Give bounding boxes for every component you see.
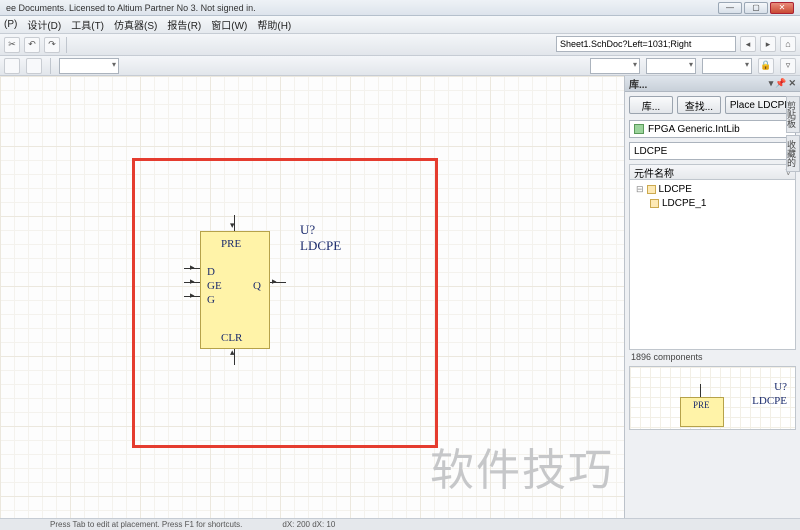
- pin-g-label: G: [207, 294, 215, 306]
- list-header[interactable]: 元件名称 ∇: [629, 164, 796, 180]
- menu-design[interactable]: 设计(D): [27, 17, 61, 32]
- panel-pin-icon[interactable]: 📌: [775, 78, 786, 89]
- schematic-canvas[interactable]: U? LDCPE PRE D GE G Q CLR ▾ ▴ ▸ ▸ ▸ ▸ 软件…: [0, 76, 624, 518]
- lock-icon[interactable]: 🔒: [758, 58, 774, 74]
- separator: [66, 37, 67, 53]
- pin-q-label: Q: [253, 280, 261, 292]
- filter-icon[interactable]: ▿: [780, 58, 796, 74]
- nav-back-icon[interactable]: ◂: [740, 36, 756, 52]
- minimize-button[interactable]: —: [718, 2, 742, 14]
- component-preview: PRE U? LDCPE: [629, 366, 796, 430]
- component-list[interactable]: ⊟ LDCPE LDCPE_1: [629, 180, 796, 350]
- tool-a[interactable]: [4, 58, 20, 74]
- item-label: LDCPE: [659, 184, 692, 195]
- preview-pin-pre: PRE: [693, 400, 710, 410]
- menu-p[interactable]: (P): [4, 19, 17, 30]
- redo-icon[interactable]: ↷: [44, 37, 60, 53]
- panel-dropdown-icon[interactable]: ▾: [769, 78, 774, 89]
- combo-1[interactable]: [590, 58, 640, 74]
- tab-clipboard[interactable]: 剪贴板: [786, 96, 800, 133]
- window-controls: — ▢ ✕: [718, 2, 794, 14]
- right-dock-tabs: 剪贴板 收藏的: [786, 96, 800, 172]
- panel-close-icon[interactable]: ✕: [788, 78, 796, 89]
- status-coords: dX: 200 dX: 10: [282, 520, 335, 529]
- combo-3[interactable]: [702, 58, 752, 74]
- list-header-text: 元件名称: [634, 165, 674, 180]
- designator-label[interactable]: U?: [300, 222, 315, 238]
- combo-layer[interactable]: [59, 58, 119, 74]
- work-area: U? LDCPE PRE D GE G Q CLR ▾ ▴ ▸ ▸ ▸ ▸ 软件…: [0, 76, 800, 518]
- pin-clr[interactable]: ▴: [234, 349, 235, 365]
- preview-designator: U?: [774, 381, 787, 393]
- panel-title-text: 库...: [629, 76, 647, 91]
- pin-ge-label: GE: [207, 280, 222, 292]
- pin-d-label: D: [207, 266, 215, 278]
- preview-name: LDCPE: [752, 395, 787, 407]
- maximize-button[interactable]: ▢: [744, 2, 768, 14]
- list-item[interactable]: ⊟ LDCPE: [632, 182, 793, 196]
- nav-home-icon[interactable]: ⌂: [780, 36, 796, 52]
- component-icon: [647, 185, 656, 194]
- undo-icon[interactable]: ↶: [24, 37, 40, 53]
- tool-b[interactable]: [26, 58, 42, 74]
- panel-buttons: 库... 查找... Place LDCPE: [625, 92, 800, 118]
- nav-fwd-icon[interactable]: ▸: [760, 36, 776, 52]
- libraries-panel: 库... ▾ 📌 ✕ 库... 查找... Place LDCPE FPGA G…: [624, 76, 800, 518]
- title-bar: ee Documents. Licensed to Altium Partner…: [0, 0, 800, 16]
- toolbar-secondary: 🔒 ▿: [0, 56, 800, 76]
- status-bar: Press Tab to edit at placement. Press F1…: [0, 518, 800, 530]
- pin-pre[interactable]: ▾: [234, 215, 235, 231]
- panel-title[interactable]: 库... ▾ 📌 ✕: [625, 76, 800, 92]
- menu-help[interactable]: 帮助(H): [257, 17, 291, 32]
- list-item[interactable]: LDCPE_1: [632, 196, 793, 210]
- menu-tools[interactable]: 工具(T): [71, 17, 104, 32]
- menu-simulator[interactable]: 仿真器(S): [114, 17, 157, 32]
- selection-rect: [132, 158, 438, 448]
- library-select[interactable]: FPGA Generic.IntLib: [629, 120, 796, 138]
- item-label: LDCPE_1: [662, 198, 706, 209]
- path-box: ◂ ▸ ⌂: [556, 36, 796, 52]
- pin-clr-label: CLR: [221, 332, 242, 344]
- libraries-button[interactable]: 库...: [629, 96, 673, 114]
- menu-reports[interactable]: 报告(R): [167, 17, 201, 32]
- tree-collapse-icon[interactable]: ⊟: [636, 184, 644, 195]
- cut-icon[interactable]: ✂: [4, 37, 20, 53]
- pin-q[interactable]: ▸: [270, 282, 286, 283]
- library-icon: [634, 124, 644, 134]
- toolbar-main: ✂ ↶ ↷ ◂ ▸ ⌂: [0, 34, 800, 56]
- panel-controls: ▾ 📌 ✕: [769, 78, 796, 89]
- preview-pin-top: [700, 384, 701, 397]
- menu-window[interactable]: 窗口(W): [211, 17, 247, 32]
- menu-bar: (P) 设计(D) 工具(T) 仿真器(S) 报告(R) 窗口(W) 帮助(H): [0, 16, 800, 34]
- tab-favorites[interactable]: 收藏的: [786, 135, 800, 172]
- separator: [50, 58, 51, 74]
- filter-input[interactable]: [629, 142, 796, 160]
- location-input[interactable]: [556, 36, 736, 52]
- find-button[interactable]: 查找...: [677, 96, 721, 114]
- pin-g[interactable]: ▸: [184, 296, 200, 297]
- combo-2[interactable]: [646, 58, 696, 74]
- library-select-row: FPGA Generic.IntLib: [625, 118, 800, 140]
- pin-d[interactable]: ▸: [184, 268, 200, 269]
- component-count: 1896 components: [625, 350, 800, 364]
- component-name-label[interactable]: LDCPE: [300, 238, 341, 254]
- preview-component: PRE: [680, 397, 724, 427]
- status-hint: Press Tab to edit at placement. Press F1…: [50, 520, 242, 529]
- filter-row: [625, 140, 800, 162]
- title-text: ee Documents. Licensed to Altium Partner…: [6, 3, 256, 13]
- close-button[interactable]: ✕: [770, 2, 794, 14]
- pin-ge[interactable]: ▸: [184, 282, 200, 283]
- pin-pre-label: PRE: [221, 238, 241, 250]
- library-name: FPGA Generic.IntLib: [648, 124, 740, 135]
- component-icon: [650, 199, 659, 208]
- component-body[interactable]: PRE D GE G Q CLR: [200, 231, 270, 349]
